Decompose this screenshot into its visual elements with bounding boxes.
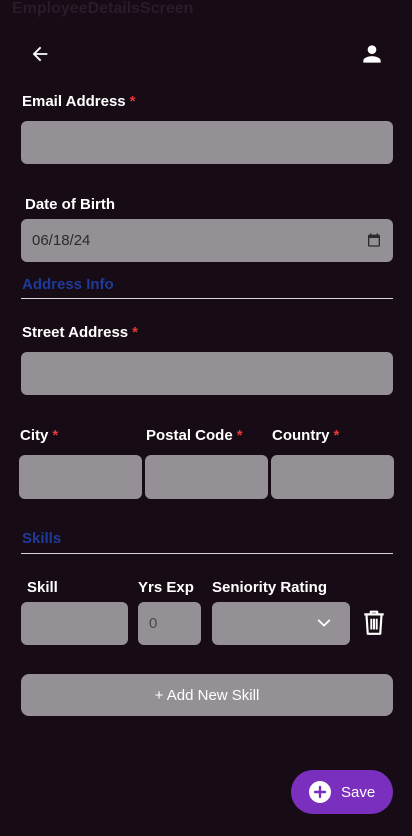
email-label-text: Email Address <box>22 93 126 110</box>
skills-divider <box>21 553 393 554</box>
trash-icon <box>364 610 384 635</box>
country-label: Country * <box>272 427 339 444</box>
screen-title: EmployeeDetailsScreen <box>12 0 194 17</box>
city-label: City * <box>20 427 58 444</box>
skill-label: Skill <box>27 579 58 596</box>
yrs-exp-field[interactable]: 0 <box>138 602 201 645</box>
delete-skill-button[interactable] <box>360 607 388 639</box>
email-field[interactable] <box>21 121 393 164</box>
dob-field[interactable]: 06/18/24 <box>21 219 393 262</box>
required-mark: * <box>236 427 243 444</box>
back-button[interactable] <box>26 40 54 68</box>
street-address-field[interactable] <box>21 352 393 395</box>
postal-code-label-text: Postal Code <box>146 427 233 444</box>
seniority-select[interactable] <box>212 602 350 645</box>
plus-circle-icon <box>309 781 331 803</box>
save-button[interactable]: Save <box>291 770 393 814</box>
skill-field[interactable] <box>21 602 128 645</box>
calendar-icon[interactable] <box>366 232 382 253</box>
address-divider <box>21 298 393 299</box>
city-label-text: City <box>20 427 49 444</box>
required-mark: * <box>52 427 59 444</box>
required-mark: * <box>132 324 138 341</box>
email-label: Email Address * <box>22 93 136 110</box>
postal-code-label: Postal Code * <box>146 427 243 444</box>
yrs-exp-label: Yrs Exp <box>138 579 194 596</box>
address-section-title: Address Info <box>22 276 114 293</box>
postal-code-field[interactable] <box>145 455 268 499</box>
required-mark: * <box>333 427 340 444</box>
person-icon <box>363 45 381 63</box>
profile-button[interactable] <box>358 40 386 68</box>
save-label: Save <box>341 783 376 801</box>
street-label: Street Address * <box>22 324 138 341</box>
add-new-skill-button[interactable]: + Add New Skill <box>21 674 393 716</box>
seniority-label: Seniority Rating <box>212 579 328 596</box>
country-field[interactable] <box>271 455 394 499</box>
street-label-text: Street Address <box>22 324 129 341</box>
dob-value: 06/18/24 <box>32 232 91 249</box>
city-field[interactable] <box>19 455 142 499</box>
skills-section-title: Skills <box>22 530 62 547</box>
chevron-down-icon <box>316 615 332 636</box>
required-mark: * <box>129 93 136 110</box>
arrow-left-icon <box>32 46 48 62</box>
dob-label: Date of Birth <box>25 196 115 213</box>
country-label-text: Country <box>272 427 330 444</box>
